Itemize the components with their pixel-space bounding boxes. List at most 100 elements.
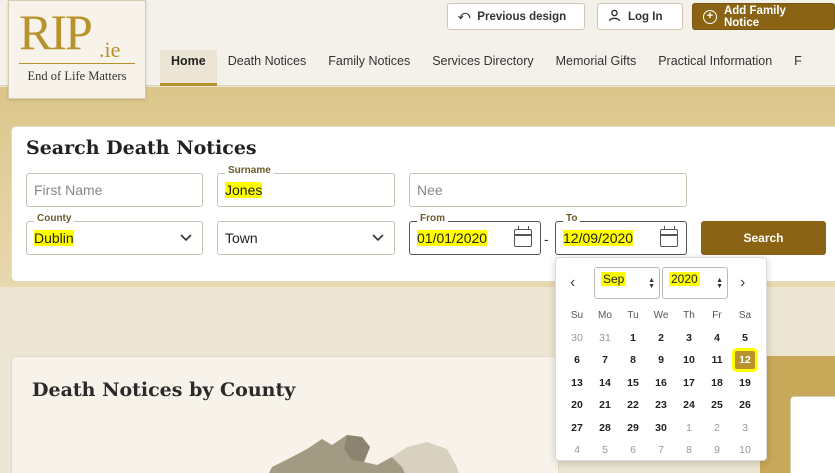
calendar-day[interactable]: 9 [647,354,675,366]
side-panel-content [790,396,835,473]
weekday-label: Sa [738,309,752,321]
plus-icon: + [703,9,717,24]
calendar-day[interactable]: 1 [675,422,703,434]
calendar-day[interactable]: 18 [703,377,731,389]
calendar-day-selected[interactable]: 12 [731,351,759,370]
nav-memorial-gifts[interactable]: Memorial Gifts [545,50,648,86]
next-month-icon[interactable]: › [740,274,745,292]
weekday-label: We [653,309,669,321]
calendar-day[interactable]: 27 [563,422,591,434]
calendar-day[interactable]: 17 [675,377,703,389]
add-family-notice-label: Add Family Notice [723,4,786,29]
calendar-week: 6 7 8 9 10 11 12 [563,349,761,372]
add-family-notice-button[interactable]: + Add Family Notice [692,3,835,30]
previous-design-button[interactable]: ⤺ Previous design [447,3,585,30]
weekday-header: Su Mo Tu We Th Fr Sa [563,304,761,327]
calendar-day[interactable]: 1 [619,332,647,344]
ireland-map[interactable] [252,427,472,473]
calendar-day[interactable]: 20 [563,399,591,411]
site-logo[interactable]: RIP .ie End of Life Matters [8,0,146,99]
calendar-day[interactable]: 5 [591,444,619,456]
previous-design-label: Previous design [477,10,567,23]
calendar-day[interactable]: 10 [675,354,703,366]
calendar-day[interactable]: 10 [731,444,759,456]
county-panel: Death Notices by County [11,356,559,473]
selected-day-value: 12 [735,351,755,370]
date-range-dash: - [544,231,549,247]
calendar-day[interactable]: 2 [647,332,675,344]
surname-value: Jones [225,182,263,198]
from-date-input[interactable]: From 01/01/2020 [409,213,541,255]
calendar-day[interactable]: 11 [703,354,731,366]
nee-placeholder: Nee [417,182,443,198]
logo-tld: .ie [99,37,121,62]
month-select[interactable]: Sep ▲ ▼ [594,267,660,299]
calendar-week: 20 21 22 23 24 25 26 [563,394,761,417]
calendar-day[interactable]: 5 [731,332,759,344]
chevron-down-icon [180,230,192,245]
calendar-day[interactable]: 7 [591,354,619,366]
calendar-day[interactable]: 16 [647,377,675,389]
calendar-day[interactable]: 4 [703,332,731,344]
calendar-week: 4 5 6 7 8 9 10 [563,439,761,462]
select-arrows-icon: ▲ ▼ [648,277,655,290]
nav-family-notices[interactable]: Family Notices [317,50,421,86]
calendar-day[interactable]: 13 [563,377,591,389]
select-arrows-icon: ▲ ▼ [716,277,723,290]
login-label: Log In [628,10,663,23]
calendar-day[interactable]: 3 [675,332,703,344]
calendar-day[interactable]: 8 [619,354,647,366]
calendar-day[interactable]: 29 [619,422,647,434]
to-label: To [563,213,581,225]
calendar-day[interactable]: 30 [563,332,591,344]
from-label: From [417,213,448,225]
calendar-day[interactable]: 14 [591,377,619,389]
nav-more-cut[interactable]: F [783,50,813,86]
calendar-day[interactable]: 7 [647,444,675,456]
logo-tagline: End of Life Matters [27,69,127,83]
first-name-input[interactable]: First Name [26,173,203,207]
chevron-down-icon [372,230,384,245]
county-value: Dublin [34,230,74,246]
calendar-icon[interactable] [514,226,532,247]
from-date-value: 01/01/2020 [417,230,488,246]
calendar-day[interactable]: 9 [703,444,731,456]
weekday-label: Su [570,309,584,321]
prev-month-icon[interactable]: ‹ [570,274,575,292]
calendar-day[interactable]: 28 [591,422,619,434]
calendar-week: 30 31 1 2 3 4 5 [563,327,761,350]
login-button[interactable]: Log In [597,3,683,30]
town-select[interactable]: Town [217,221,395,255]
calendar-day[interactable]: 21 [591,399,619,411]
calendar-day[interactable]: 25 [703,399,731,411]
weekday-label: Mo [598,309,612,321]
calendar-day[interactable]: 6 [563,354,591,366]
nav-home[interactable]: Home [160,50,217,86]
calendar-day[interactable]: 30 [647,422,675,434]
nav-services-directory[interactable]: Services Directory [421,50,544,86]
year-select[interactable]: 2020 ▲ ▼ [662,267,728,299]
calendar-icon[interactable] [660,226,678,247]
calendar-day[interactable]: 8 [675,444,703,456]
nav-death-notices[interactable]: Death Notices [217,50,318,86]
county-select[interactable]: County Dublin [26,213,203,255]
nee-input[interactable]: Nee [409,173,687,207]
calendar-day[interactable]: 19 [731,377,759,389]
calendar-day[interactable]: 23 [647,399,675,411]
calendar-day[interactable]: 22 [619,399,647,411]
calendar-day[interactable]: 26 [731,399,759,411]
calendar-day[interactable]: 24 [675,399,703,411]
surname-input[interactable]: Surname Jones [217,165,395,207]
to-date-input[interactable]: To 12/09/2020 [555,213,687,255]
search-button[interactable]: Search [701,221,826,255]
calendar-day[interactable]: 15 [619,377,647,389]
calendar-day[interactable]: 2 [703,422,731,434]
nav-practical-information[interactable]: Practical Information [647,50,783,86]
calendar-day[interactable]: 6 [619,444,647,456]
calendar-week: 27 28 29 30 1 2 3 [563,417,761,440]
calendar-week: 13 14 15 16 17 18 19 [563,372,761,395]
month-value: Sep [601,272,627,286]
calendar-day[interactable]: 4 [563,444,591,456]
calendar-day[interactable]: 3 [731,422,759,434]
calendar-day[interactable]: 31 [591,332,619,344]
